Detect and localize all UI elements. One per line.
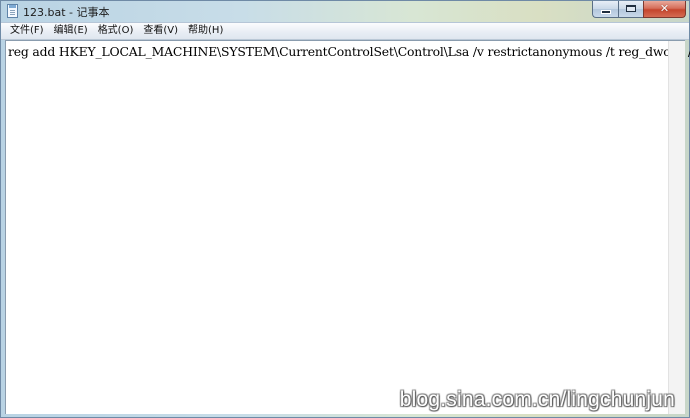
maximize-button[interactable]: [618, 1, 643, 18]
notepad-icon[interactable]: [7, 4, 18, 18]
notepad-window: 123.bat - 记事本 ✕ 文件(F) 编辑(E) 格式(O) 查看(V) …: [0, 0, 690, 418]
text-editor-area[interactable]: reg add HKEY_LOCAL_MACHINE\SYSTEM\Curren…: [5, 40, 690, 414]
editor-content[interactable]: reg add HKEY_LOCAL_MACHINE\SYSTEM\Curren…: [8, 44, 690, 59]
menu-view[interactable]: 查看(V): [138, 23, 183, 39]
maximize-icon: [626, 5, 636, 12]
menu-edit[interactable]: 编辑(E): [49, 23, 93, 39]
minimize-icon: [602, 11, 610, 13]
menu-bar: 文件(F) 编辑(E) 格式(O) 查看(V) 帮助(H): [1, 22, 689, 40]
close-icon: ✕: [659, 2, 670, 15]
minimize-button[interactable]: [592, 1, 618, 18]
menu-format[interactable]: 格式(O): [93, 23, 139, 39]
close-button[interactable]: ✕: [643, 1, 686, 18]
window-title: 123.bat - 记事本: [23, 6, 110, 19]
title-bar[interactable]: 123.bat - 记事本 ✕: [1, 1, 689, 22]
vertical-scrollbar[interactable]: [668, 41, 685, 414]
menu-help[interactable]: 帮助(H): [183, 23, 228, 39]
menu-file[interactable]: 文件(F): [5, 23, 49, 39]
caption-buttons: ✕: [592, 1, 686, 18]
watermark-text: blog.sina.com.cn/lingchunjun: [399, 388, 675, 411]
